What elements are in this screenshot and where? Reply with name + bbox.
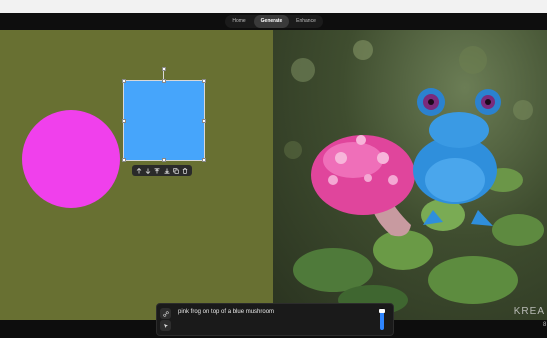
- arrow-down-icon[interactable]: [143, 166, 152, 175]
- drawing-canvas[interactable]: [0, 30, 273, 320]
- watermark-logo: KREA: [513, 306, 545, 317]
- strength-slider-fill: [380, 311, 384, 330]
- duplicate-icon[interactable]: [171, 166, 180, 175]
- prompt-panel: [156, 303, 394, 336]
- resize-handle-l[interactable]: [122, 119, 126, 123]
- generated-image: [284, 40, 544, 315]
- resize-handle-tr[interactable]: [202, 79, 206, 83]
- selection-frame: [123, 80, 205, 161]
- browser-top-strip: [0, 0, 547, 14]
- tab-generate[interactable]: Generate: [254, 15, 289, 28]
- resize-handle-r[interactable]: [202, 119, 206, 123]
- send-to-back-icon[interactable]: [162, 166, 171, 175]
- resize-handle-t[interactable]: [162, 79, 166, 83]
- resize-handle-bl[interactable]: [122, 158, 126, 162]
- generated-preview: KREA: [273, 30, 547, 320]
- resize-handle-b[interactable]: [162, 158, 166, 162]
- cursor-icon[interactable]: [160, 320, 171, 331]
- resize-handle-br[interactable]: [202, 158, 206, 162]
- shape-toolbar: [132, 165, 192, 176]
- arrow-up-icon[interactable]: [134, 166, 143, 175]
- link-icon[interactable]: [160, 308, 171, 319]
- tab-home[interactable]: Home: [226, 15, 252, 28]
- pink-circle-shape[interactable]: [22, 110, 120, 208]
- resize-handle-tl[interactable]: [122, 79, 126, 83]
- prompt-input[interactable]: pink frog on top of a blue mushroom: [178, 309, 274, 315]
- bring-to-front-icon[interactable]: [153, 166, 162, 175]
- strength-slider-knob[interactable]: [379, 309, 385, 313]
- edge-label: 8: [543, 322, 547, 328]
- mushroom: [311, 135, 415, 237]
- tab-enhance[interactable]: Enhance: [291, 15, 321, 28]
- rotate-handle[interactable]: [162, 67, 166, 71]
- trash-icon[interactable]: [181, 166, 190, 175]
